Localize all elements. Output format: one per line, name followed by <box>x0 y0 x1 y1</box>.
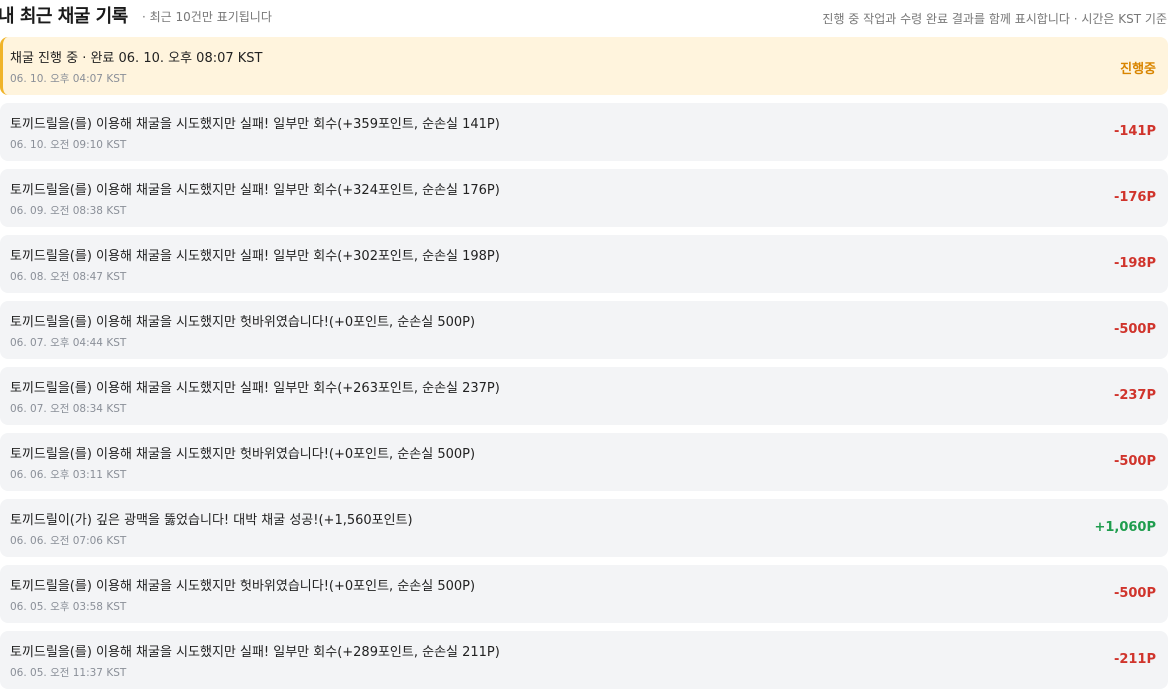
timezone-note: 진행 중 작업과 수령 완료 결과를 함께 표시합니다 · 시간은 KST 기준 <box>822 12 1167 26</box>
record-message: 토끼드릴을(를) 이용해 채굴을 시도했지만 헛바위였습니다!(+0포인트, 순… <box>10 579 476 594</box>
mining-history-header: 내 최근 채굴 기록 · 최근 10건만 표기됩니다 진행 중 작업과 수령 완… <box>0 0 1170 32</box>
record-amount: -237P <box>1113 388 1156 403</box>
record-message: 토끼드릴을(를) 이용해 채굴을 시도했지만 헛바위였습니다!(+0포인트, 순… <box>10 315 476 330</box>
record-status-badge: 진행중 <box>1120 62 1156 77</box>
record-time: 06. 06. 오후 03:11 KST <box>10 469 127 481</box>
record-amount: -198P <box>1113 256 1156 271</box>
record-message: 토끼드릴을(를) 이용해 채굴을 시도했지만 실패! 일부만 회수(+302포인… <box>10 249 500 264</box>
record-amount: -500P <box>1113 454 1156 469</box>
record-message: 토끼드릴을(를) 이용해 채굴을 시도했지만 실패! 일부만 회수(+359포인… <box>10 117 500 132</box>
record-time: 06. 10. 오전 09:10 KST <box>10 139 127 151</box>
record-amount: -176P <box>1113 190 1156 205</box>
record-amount: +1,060P <box>1094 520 1156 535</box>
record-in-progress[interactable]: 채굴 진행 중 · 완료 06. 10. 오후 08:07 KST 06. 10… <box>0 37 1168 95</box>
record-item[interactable]: 토끼드릴을(를) 이용해 채굴을 시도했지만 실패! 일부만 회수(+302포인… <box>0 235 1168 293</box>
record-item[interactable]: 토끼드릴을(를) 이용해 채굴을 시도했지만 헛바위였습니다!(+0포인트, 순… <box>0 565 1168 623</box>
record-amount: -500P <box>1113 322 1156 337</box>
record-item[interactable]: 토끼드릴을(를) 이용해 채굴을 시도했지만 실패! 일부만 회수(+263포인… <box>0 367 1168 425</box>
record-time: 06. 07. 오후 04:44 KST <box>10 337 127 349</box>
record-message: 토끼드릴을(를) 이용해 채굴을 시도했지만 실패! 일부만 회수(+263포인… <box>10 381 500 396</box>
page-subtitle: · 최근 10건만 표기됩니다 <box>142 10 272 24</box>
record-message: 토끼드릴을(를) 이용해 채굴을 시도했지만 헛바위였습니다!(+0포인트, 순… <box>10 447 476 462</box>
record-time: 06. 05. 오후 03:58 KST <box>10 601 127 613</box>
record-amount: -211P <box>1113 652 1156 667</box>
record-time: 06. 10. 오후 04:07 KST <box>10 73 127 85</box>
record-item[interactable]: 토끼드릴을(를) 이용해 채굴을 시도했지만 실패! 일부만 회수(+359포인… <box>0 103 1168 161</box>
record-item[interactable]: 토끼드릴을(를) 이용해 채굴을 시도했지만 헛바위였습니다!(+0포인트, 순… <box>0 301 1168 359</box>
record-amount: -500P <box>1113 586 1156 601</box>
record-message: 토끼드릴이(가) 깊은 광맥을 뚫었습니다! 대박 채굴 성공!(+1,560포… <box>10 513 413 528</box>
record-time: 06. 06. 오전 07:06 KST <box>10 535 127 547</box>
record-time: 06. 09. 오전 08:38 KST <box>10 205 127 217</box>
record-time: 06. 05. 오전 11:37 KST <box>10 667 127 679</box>
record-message: 채굴 진행 중 · 완료 06. 10. 오후 08:07 KST <box>10 51 263 66</box>
record-item[interactable]: 토끼드릴을(를) 이용해 채굴을 시도했지만 실패! 일부만 회수(+289포인… <box>0 631 1168 689</box>
record-time: 06. 08. 오전 08:47 KST <box>10 271 127 283</box>
record-message: 토끼드릴을(를) 이용해 채굴을 시도했지만 실패! 일부만 회수(+289포인… <box>10 645 500 660</box>
record-time: 06. 07. 오전 08:34 KST <box>10 403 127 415</box>
record-message: 토끼드릴을(를) 이용해 채굴을 시도했지만 실패! 일부만 회수(+324포인… <box>10 183 500 198</box>
record-item[interactable]: 토끼드릴을(를) 이용해 채굴을 시도했지만 헛바위였습니다!(+0포인트, 순… <box>0 433 1168 491</box>
record-item[interactable]: 토끼드릴이(가) 깊은 광맥을 뚫었습니다! 대박 채굴 성공!(+1,560포… <box>0 499 1168 557</box>
record-amount: -141P <box>1113 124 1156 139</box>
record-item[interactable]: 토끼드릴을(를) 이용해 채굴을 시도했지만 실패! 일부만 회수(+324포인… <box>0 169 1168 227</box>
page-title: 내 최근 채굴 기록 <box>0 6 128 27</box>
